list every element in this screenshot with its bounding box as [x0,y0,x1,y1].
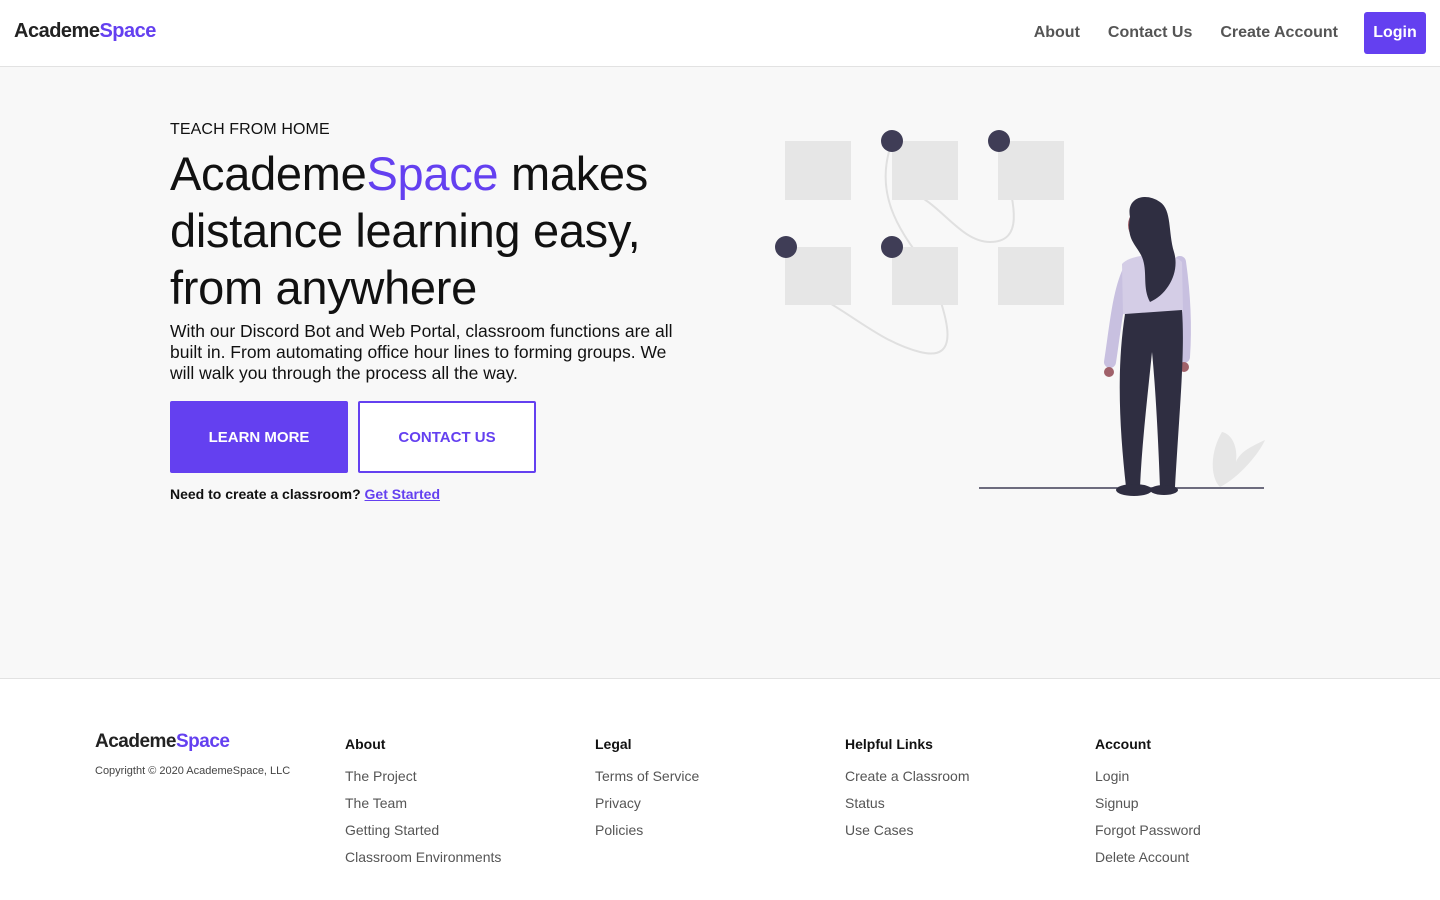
footer-link-policies[interactable]: Policies [595,822,699,838]
brand-logo[interactable]: AcademeSpace [14,20,156,43]
headline-brand-part1: Academe [170,147,367,200]
footer-column-account: Account Login Signup Forgot Password Del… [1095,736,1201,876]
cta-text: Need to create a classroom? [170,486,365,502]
footer-link-the-team[interactable]: The Team [345,795,501,811]
learn-more-button[interactable]: LEARN MORE [170,401,348,473]
copyright-text: Copyrigtht © 2020 AcademeSpace, LLC [95,765,291,777]
login-button[interactable]: Login [1364,12,1426,54]
footer-logo-part2: Space [176,731,230,752]
contact-us-button[interactable]: CONTACT US [358,401,536,473]
woman-viewing-board-illustration [775,130,1265,496]
create-classroom-prompt: Need to create a classroom? Get Started [170,486,440,502]
footer-link-delete-account[interactable]: Delete Account [1095,849,1201,865]
footer: AcademeSpace Copyrigtht © 2020 AcademeSp… [0,680,1440,900]
footer-link-use-cases[interactable]: Use Cases [845,822,970,838]
hero-section: TEACH FROM HOME AcademeSpace makes dista… [0,67,1440,679]
footer-column-title: About [345,736,386,752]
footer-link-login[interactable]: Login [1095,768,1201,784]
nav-link-create-account[interactable]: Create Account [1220,24,1338,42]
footer-brand-logo[interactable]: AcademeSpace [95,731,230,753]
footer-link-the-project[interactable]: The Project [345,768,501,784]
footer-link-classroom-environments[interactable]: Classroom Environments [345,849,501,865]
footer-link-signup[interactable]: Signup [1095,795,1201,811]
top-navbar: AcademeSpace About Contact Us Create Acc… [0,0,1440,67]
nav-link-contact-us[interactable]: Contact Us [1108,24,1192,42]
brand-logo-part1: Academe [14,20,100,42]
hero-headline: AcademeSpace makes distance learning eas… [170,145,730,316]
footer-logo-part1: Academe [95,731,177,752]
footer-link-getting-started[interactable]: Getting Started [345,822,501,838]
brand-logo-part2: Space [99,20,156,42]
hero-eyebrow: TEACH FROM HOME [170,121,330,138]
nav-links: About Contact Us Create Account Login [1006,12,1426,54]
footer-column-title: Helpful Links [845,736,933,752]
hero-description: With our Discord Bot and Web Portal, cla… [170,321,673,383]
footer-column-title: Legal [595,736,632,752]
footer-column-helpful-links: Helpful Links Create a Classroom Status … [845,736,970,849]
footer-column-about: About The Project The Team Getting Start… [345,736,501,876]
headline-brand-part2: Space [366,147,499,200]
footer-link-status[interactable]: Status [845,795,970,811]
footer-link-terms-of-service[interactable]: Terms of Service [595,768,699,784]
footer-link-privacy[interactable]: Privacy [595,795,699,811]
footer-column-legal: Legal Terms of Service Privacy Policies [595,736,699,849]
footer-link-create-a-classroom[interactable]: Create a Classroom [845,768,970,784]
get-started-link[interactable]: Get Started [365,486,440,502]
footer-column-title: Account [1095,736,1151,752]
footer-link-forgot-password[interactable]: Forgot Password [1095,822,1201,838]
nav-link-about[interactable]: About [1034,24,1080,42]
